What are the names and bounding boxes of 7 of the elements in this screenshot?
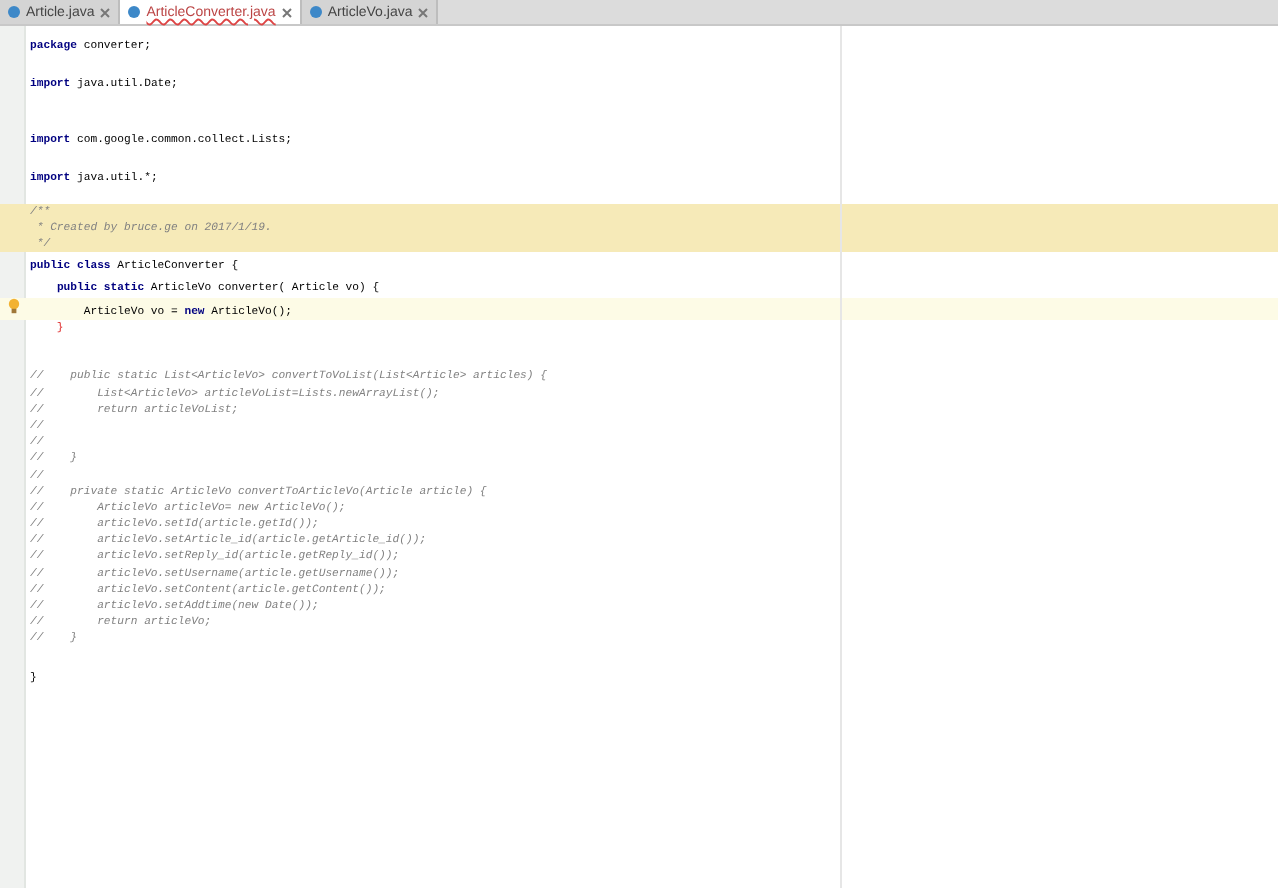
close-icon[interactable] bbox=[281, 7, 292, 17]
lightbulb-icon[interactable] bbox=[8, 297, 20, 314]
class-file-icon bbox=[8, 6, 20, 18]
class-file-icon bbox=[128, 6, 141, 18]
class-file-icon bbox=[309, 6, 322, 18]
close-icon[interactable] bbox=[100, 7, 111, 17]
close-icon[interactable] bbox=[418, 7, 429, 17]
